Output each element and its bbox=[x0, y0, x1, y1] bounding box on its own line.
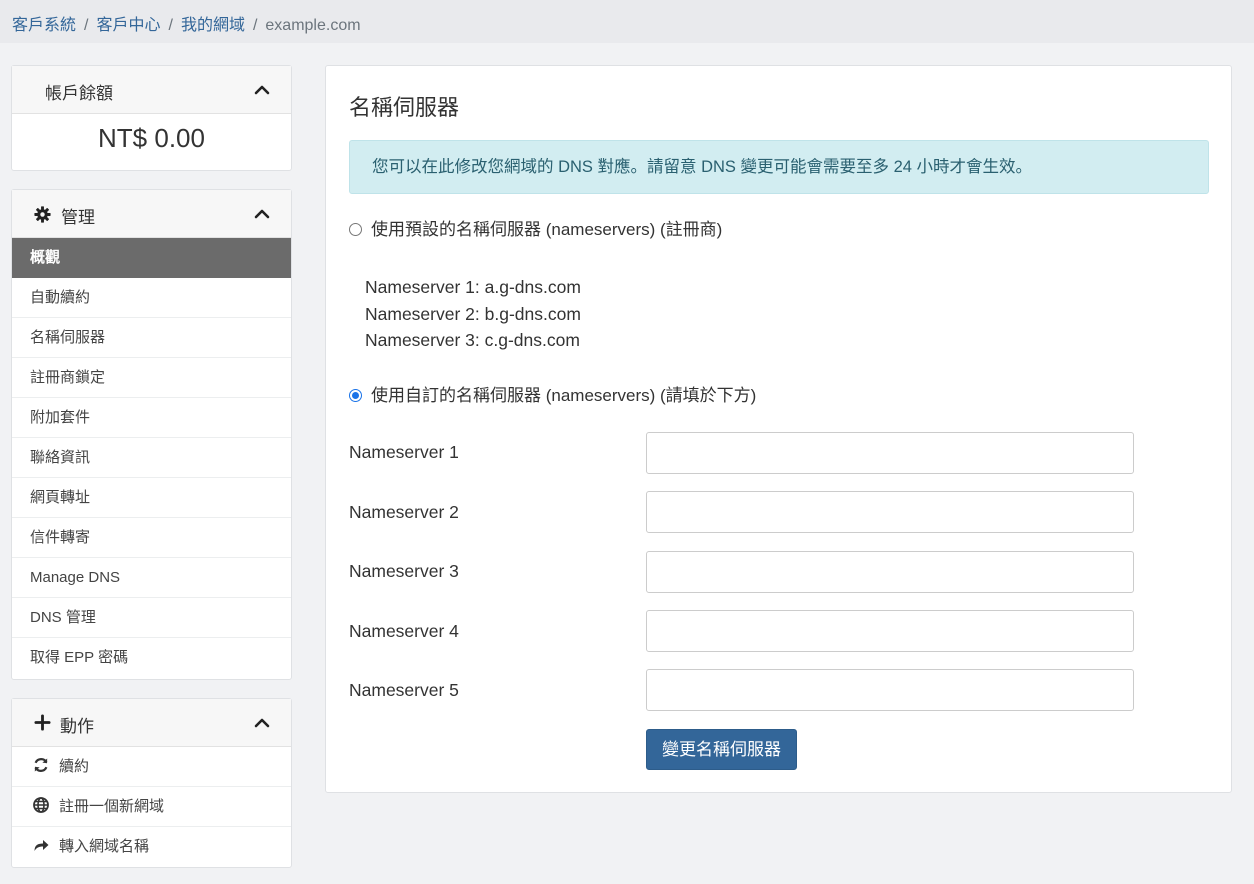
breadcrumb-separator: / bbox=[84, 17, 89, 34]
refresh-icon bbox=[34, 758, 48, 772]
default-nameserver-list: Nameserver 1: a.g-dns.com Nameserver 2: … bbox=[365, 274, 581, 354]
menu-item-contact-info[interactable]: 聯絡資訊 bbox=[12, 438, 291, 478]
menu-item-url-forwarding[interactable]: 網頁轉址 bbox=[12, 478, 291, 518]
action-item-transfer-domain[interactable]: 轉入網域名稱 bbox=[12, 827, 291, 867]
menu-item-get-epp-code[interactable]: 取得 EPP 密碼 bbox=[12, 638, 291, 678]
balance-panel-title: 帳戶餘額 bbox=[45, 84, 113, 103]
globe-icon bbox=[33, 797, 49, 813]
nameserver-5-label: Nameserver 5 bbox=[349, 680, 459, 700]
breadcrumb-separator: / bbox=[252, 17, 258, 34]
breadcrumb: 客戶系統 / 客戶中心 / 我的網域 / example.com bbox=[12, 11, 361, 35]
chevron-up-icon[interactable] bbox=[253, 81, 271, 99]
menu-item-dns-management[interactable]: DNS 管理 bbox=[12, 598, 291, 638]
radio-option-default-label: 使用預設的名稱伺服器 (nameservers) (註冊商) bbox=[371, 220, 723, 239]
gear-icon bbox=[34, 206, 51, 223]
menu-item-overview[interactable]: 概觀 bbox=[12, 238, 291, 278]
action-item-transfer-domain-label: 轉入網域名稱 bbox=[59, 838, 150, 855]
default-nameserver-item: Nameserver 1: a.g-dns.com bbox=[365, 277, 581, 297]
default-nameserver-item: Nameserver 2: b.g-dns.com bbox=[365, 303, 581, 324]
menu-item-addons[interactable]: 附加套件 bbox=[12, 398, 291, 438]
nameserver-2-input[interactable] bbox=[646, 491, 1134, 533]
page-title: 名稱伺服器 bbox=[349, 95, 460, 120]
account-balance-value: NT$ 0.00 bbox=[98, 123, 205, 153]
balance-panel: 帳戶餘額 NT$ 0.00 bbox=[11, 65, 292, 171]
change-nameservers-button[interactable]: 變更名稱伺服器 bbox=[646, 729, 797, 770]
manage-panel: 管理 概觀 自動續約 名稱伺服器 註冊商鎖定 附加套件 聯絡資訊 網頁轉址 信件… bbox=[11, 189, 292, 680]
nameserver-3-label: Nameserver 3 bbox=[349, 561, 459, 581]
nameservers-panel: 名稱伺服器 您可以在此修改您網域的 DNS 對應。請留意 DNS 變更可能會需要… bbox=[325, 65, 1232, 793]
info-alert: 您可以在此修改您網域的 DNS 對應。請留意 DNS 變更可能會需要至多 24 … bbox=[349, 140, 1209, 194]
nameserver-3-input[interactable] bbox=[646, 551, 1134, 593]
radio-button-custom[interactable] bbox=[349, 389, 362, 402]
action-item-register-domain[interactable]: 註冊一個新網域 bbox=[12, 787, 291, 827]
menu-item-email-forwarding[interactable]: 信件轉寄 bbox=[12, 518, 291, 558]
breadcrumb-link-client-area[interactable]: 客戶中心 bbox=[96, 17, 160, 34]
share-arrow-icon bbox=[34, 840, 49, 851]
chevron-up-icon[interactable] bbox=[253, 714, 271, 732]
top-bar: 客戶系統 / 客戶中心 / 我的網域 / example.com bbox=[0, 0, 1254, 43]
radio-option-custom-label: 使用自訂的名稱伺服器 (nameservers) (請填於下方) bbox=[371, 386, 757, 405]
actions-panel: 動作 續約 註冊一個新網域 轉入網域名稱 bbox=[11, 698, 292, 868]
nameserver-4-input[interactable] bbox=[646, 610, 1134, 652]
radio-button-default[interactable] bbox=[349, 223, 362, 236]
breadcrumb-link-my-domains[interactable]: 我的網域 bbox=[181, 17, 245, 34]
actions-panel-title: 動作 bbox=[60, 717, 94, 736]
nameserver-1-input[interactable] bbox=[646, 432, 1134, 474]
nameserver-5-input[interactable] bbox=[646, 669, 1134, 711]
nameserver-4-label: Nameserver 4 bbox=[349, 621, 459, 641]
actions-panel-header[interactable]: 動作 bbox=[12, 699, 291, 747]
radio-option-custom-nameservers[interactable]: 使用自訂的名稱伺服器 (nameservers) (請填於下方) bbox=[349, 381, 756, 406]
default-nameserver-item: Nameserver 3: c.g-dns.com bbox=[365, 330, 580, 350]
nameserver-2-label: Nameserver 2 bbox=[349, 502, 459, 522]
action-item-register-domain-label: 註冊一個新網域 bbox=[59, 798, 165, 815]
breadcrumb-current: example.com bbox=[265, 17, 361, 34]
menu-item-manage-dns[interactable]: Manage DNS bbox=[12, 558, 291, 598]
action-item-renew-label: 續約 bbox=[59, 758, 90, 775]
nameserver-1-label: Nameserver 1 bbox=[349, 442, 459, 462]
radio-option-default-nameservers[interactable]: 使用預設的名稱伺服器 (nameservers) (註冊商) bbox=[349, 215, 722, 240]
breadcrumb-link-client-system[interactable]: 客戶系統 bbox=[12, 17, 76, 34]
menu-item-nameservers[interactable]: 名稱伺服器 bbox=[12, 318, 291, 358]
manage-panel-header[interactable]: 管理 bbox=[12, 190, 291, 238]
plus-icon bbox=[34, 714, 51, 731]
breadcrumb-separator: / bbox=[168, 17, 173, 34]
menu-item-auto-renew[interactable]: 自動續約 bbox=[12, 278, 291, 318]
menu-item-registrar-lock[interactable]: 註冊商鎖定 bbox=[12, 358, 291, 398]
manage-panel-title: 管理 bbox=[61, 208, 95, 227]
action-item-renew[interactable]: 續約 bbox=[12, 747, 291, 787]
balance-panel-header[interactable]: 帳戶餘額 bbox=[12, 66, 291, 114]
chevron-up-icon[interactable] bbox=[253, 205, 271, 223]
